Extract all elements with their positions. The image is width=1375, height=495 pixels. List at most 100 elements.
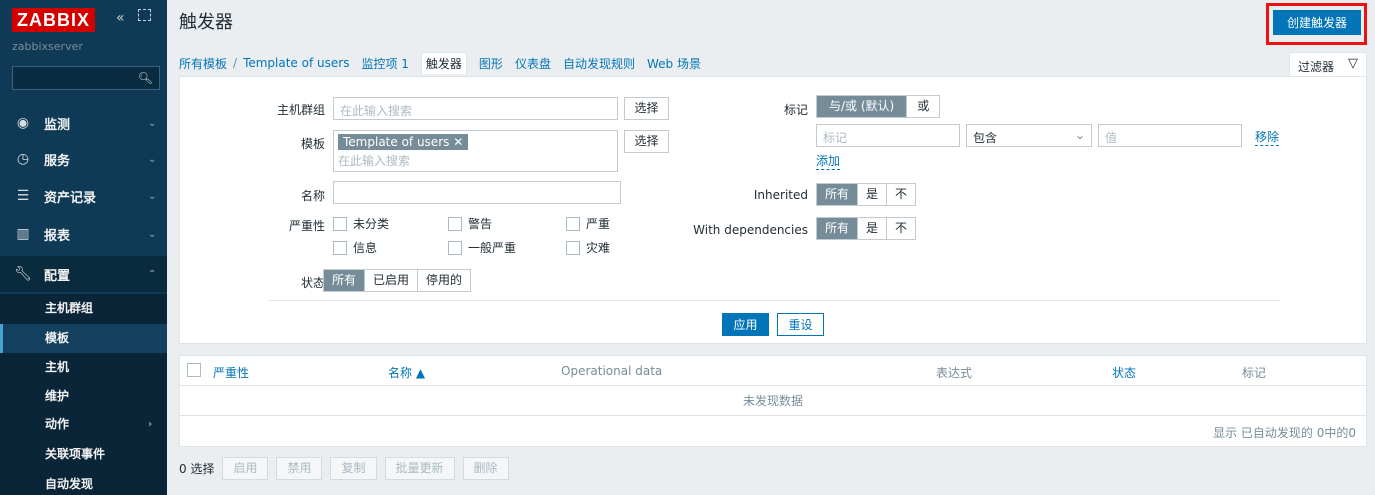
sidebar: ZABBIX « zabbixserver 🔍︎ ◉ 监测 ⌄ ◷ 服务 ⌄ ☰… — [0, 0, 167, 495]
breadcrumb-template[interactable]: Template of users — [243, 56, 349, 70]
table-header: 严重性 名称 ▲ Operational data 表达式 状态 标记 — [180, 356, 1366, 386]
templates-label: 模板 — [300, 137, 325, 151]
state-option-all[interactable]: 所有 — [324, 270, 365, 291]
sidebar-search-input[interactable]: 🔍︎ — [12, 66, 160, 90]
tab-triggers[interactable]: 触发器 — [420, 52, 467, 74]
tags-mode-and-or[interactable]: 与/或 (默认) — [817, 96, 907, 117]
state-option-disabled[interactable]: 停用的 — [417, 270, 471, 291]
tab-dashboards[interactable]: 仪表盘 — [515, 55, 551, 72]
severity-not-classified-checkbox[interactable]: 未分类 — [333, 215, 389, 232]
zabbix-logo[interactable]: ZABBIX — [12, 8, 95, 32]
severity-label: 严重性 — [288, 219, 325, 233]
checkbox[interactable] — [448, 240, 462, 255]
severity-high-checkbox[interactable]: 严重 — [566, 215, 610, 232]
checkbox[interactable] — [566, 216, 580, 231]
chevron-up-icon: ⌃ — [148, 268, 157, 280]
column-operational-data: Operational data — [561, 364, 663, 378]
breadcrumb-tabs: 所有模板 / Template of users 监控项 1 触发器 图形 仪表… — [179, 50, 1367, 76]
tag-operator-value: 包含 — [973, 131, 998, 145]
nav-monitoring[interactable]: ◉ 监测 ⌄ — [0, 105, 167, 141]
severity-average-checkbox[interactable]: 一般严重 — [448, 239, 516, 256]
severity-warning-checkbox[interactable]: 警告 — [448, 215, 492, 232]
fullscreen-icon[interactable] — [138, 9, 151, 21]
severity-disaster-checkbox[interactable]: 灾难 — [566, 239, 610, 256]
submenu-maintenance[interactable]: 维护 — [0, 382, 167, 411]
template-chip: Template of users ✕ — [338, 134, 469, 150]
funnel-icon: ▽ — [1348, 56, 1358, 71]
name-label: 名称 — [300, 189, 325, 203]
double-chevron-left-icon[interactable]: « — [116, 10, 125, 26]
severity-information-checkbox[interactable]: 信息 — [333, 239, 377, 256]
select-all-checkbox[interactable] — [187, 363, 201, 377]
config-submenu: 主机群组 模板 主机 维护 动作 › 关联项事件 自动发现 — [0, 294, 167, 495]
mass-update-button[interactable]: 批量更新 — [384, 457, 455, 480]
clock-icon: ◷ — [16, 151, 30, 167]
reset-button[interactable]: 重设 — [777, 313, 824, 336]
inherited-segmented-control: 所有 是 不 — [816, 183, 917, 206]
tab-items[interactable]: 监控项 1 — [361, 55, 408, 72]
apply-button[interactable]: 应用 — [722, 313, 769, 336]
filter-tab[interactable]: 过滤器 ▽ — [1289, 52, 1367, 76]
nav-reports[interactable]: ▥ 报表 ⌄ — [0, 216, 167, 252]
tag-operator-select[interactable]: 包含 ⌄ — [966, 124, 1092, 147]
checkbox-label: 信息 — [353, 241, 378, 255]
checkbox[interactable] — [333, 216, 347, 231]
nav-label: 报表 — [44, 228, 71, 244]
chevron-right-icon: › — [148, 419, 153, 430]
breadcrumb-all-templates[interactable]: 所有模板 — [179, 55, 227, 72]
list-icon: ☰ — [16, 188, 30, 204]
name-input[interactable] — [333, 181, 621, 204]
tag-add-link[interactable]: 添加 — [816, 152, 841, 170]
close-icon[interactable]: ✕ — [453, 135, 463, 149]
submenu-label: 动作 — [45, 417, 70, 431]
dependencies-option-yes[interactable]: 是 — [857, 218, 887, 239]
tags-label: 标记 — [783, 103, 808, 117]
create-trigger-button[interactable]: 创建触发器 — [1273, 10, 1361, 35]
column-severity[interactable]: 严重性 — [213, 364, 249, 381]
tab-web-scenarios[interactable]: Web 场景 — [647, 55, 701, 72]
inherited-option-all[interactable]: 所有 — [817, 184, 858, 205]
submenu-actions[interactable]: 动作 › — [0, 410, 167, 439]
page-title: 触发器 — [179, 12, 233, 33]
tab-graphs[interactable]: 图形 — [479, 55, 503, 72]
submenu-hosts[interactable]: 主机 — [0, 353, 167, 382]
host-groups-input[interactable]: 在此输入搜索 — [333, 97, 618, 120]
column-status[interactable]: 状态 — [1112, 364, 1136, 381]
copy-button[interactable]: 复制 — [330, 457, 377, 480]
dependencies-option-no[interactable]: 不 — [886, 218, 916, 239]
checkbox-label: 一般严重 — [468, 241, 517, 255]
nav-inventory[interactable]: ☰ 资产记录 ⌄ — [0, 178, 167, 214]
tags-mode-or[interactable]: 或 — [906, 96, 940, 117]
submenu-event-correlation[interactable]: 关联项事件 — [0, 440, 167, 469]
column-name[interactable]: 名称 ▲ — [388, 364, 425, 381]
disable-button[interactable]: 禁用 — [276, 457, 323, 480]
nav-services[interactable]: ◷ 服务 ⌄ — [0, 141, 167, 177]
nav-label: 监测 — [44, 117, 71, 133]
inherited-option-no[interactable]: 不 — [886, 184, 916, 205]
templates-input[interactable]: Template of users ✕ 在此输入搜索 — [333, 130, 618, 172]
tag-remove-link[interactable]: 移除 — [1255, 128, 1280, 146]
checkbox-label: 灾难 — [586, 241, 611, 255]
paging-info: 显示 已自动发现的 0中的0 — [1213, 426, 1356, 440]
tag-name-input[interactable]: 标记 — [816, 124, 960, 147]
checkbox[interactable] — [566, 240, 580, 255]
nav-label: 服务 — [44, 153, 71, 169]
dependencies-option-all[interactable]: 所有 — [817, 218, 858, 239]
checkbox[interactable] — [448, 216, 462, 231]
tab-discovery-rules[interactable]: 自动发现规则 — [563, 55, 635, 72]
inherited-option-yes[interactable]: 是 — [857, 184, 887, 205]
tag-value-input[interactable]: 值 — [1098, 124, 1242, 147]
submenu-discovery[interactable]: 自动发现 — [0, 470, 167, 495]
enable-button[interactable]: 启用 — [222, 457, 269, 480]
submenu-host-groups[interactable]: 主机群组 — [0, 294, 167, 323]
checkbox[interactable] — [333, 240, 347, 255]
delete-button[interactable]: 删除 — [462, 457, 509, 480]
no-data-message: 未发现数据 — [180, 387, 1366, 416]
eye-icon: ◉ — [16, 115, 30, 131]
host-groups-select-button[interactable]: 选择 — [624, 97, 669, 120]
nav-configuration[interactable]: 🔧︎ 配置 ⌃ — [0, 256, 167, 292]
templates-select-button[interactable]: 选择 — [624, 130, 669, 153]
submenu-templates[interactable]: 模板 — [0, 324, 167, 353]
search-icon[interactable]: 🔍︎ — [138, 71, 153, 85]
state-option-enabled[interactable]: 已启用 — [364, 270, 418, 291]
